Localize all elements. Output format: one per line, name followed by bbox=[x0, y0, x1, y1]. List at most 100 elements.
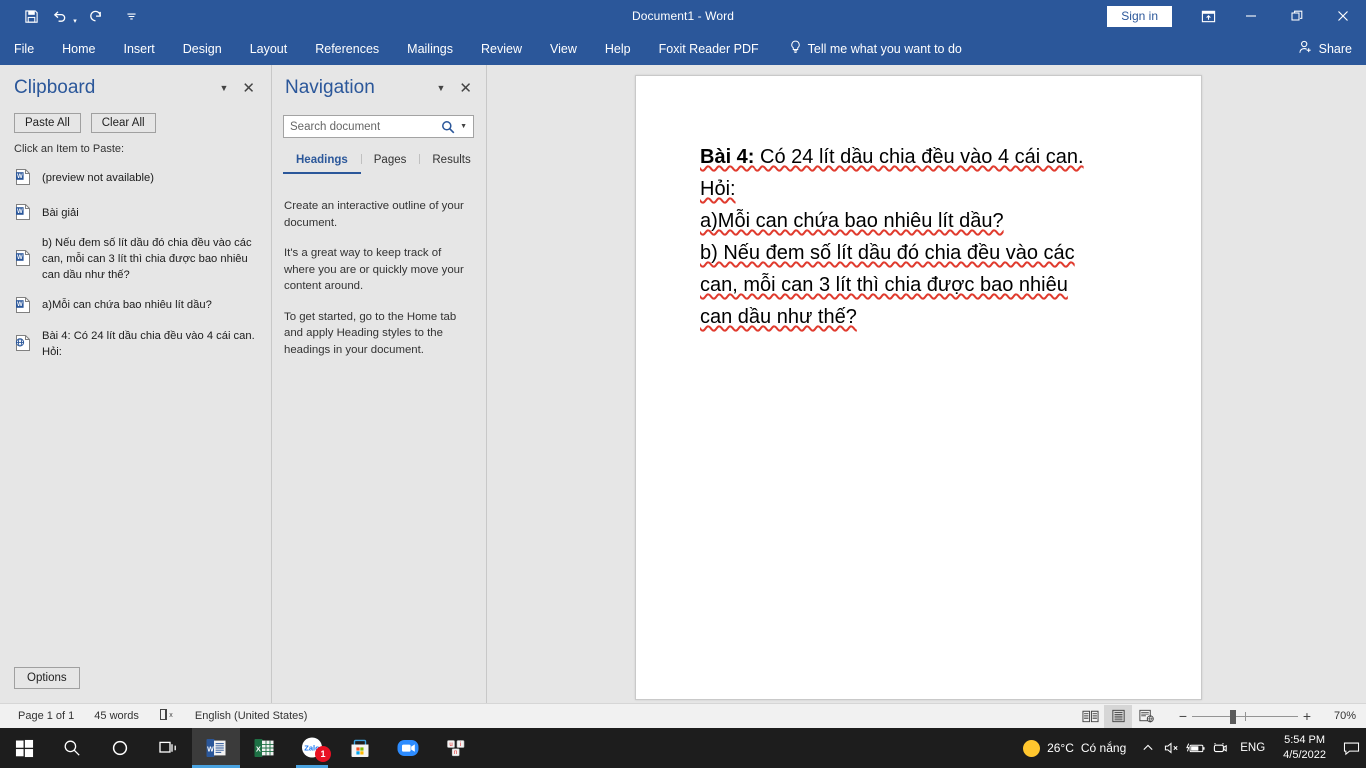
tab-review[interactable]: Review bbox=[467, 32, 536, 65]
tab-help[interactable]: Help bbox=[591, 32, 645, 65]
status-language[interactable]: English (United States) bbox=[185, 710, 318, 722]
clear-all-button[interactable]: Clear All bbox=[90, 113, 156, 133]
camera-icon[interactable] bbox=[1208, 728, 1232, 768]
restore-button[interactable] bbox=[1274, 0, 1320, 32]
microsoft-store-taskbar-button[interactable] bbox=[336, 728, 384, 768]
document-line: can dầu như thế? bbox=[700, 306, 857, 328]
workspace: Clipboard ▼ ✕ Paste All Clear All Click … bbox=[0, 65, 1366, 703]
zoom-taskbar-button[interactable] bbox=[384, 728, 432, 768]
action-center-notification-icon[interactable] bbox=[1336, 728, 1366, 768]
spell-check-icon[interactable]: x bbox=[149, 708, 185, 724]
zoom-in-button[interactable]: + bbox=[1298, 708, 1316, 724]
clipboard-item[interactable]: W (preview not available) bbox=[0, 161, 271, 196]
svg-text:i: i bbox=[460, 742, 461, 748]
status-page-number[interactable]: Page 1 of 1 bbox=[8, 710, 84, 722]
zalo-notification-badge: 1 bbox=[315, 746, 331, 762]
battery-charging-icon[interactable] bbox=[1184, 728, 1208, 768]
ribbon-tabs: File Home Insert Design Layout Reference… bbox=[0, 32, 773, 65]
start-button[interactable] bbox=[0, 728, 48, 768]
cortana-button[interactable] bbox=[96, 728, 144, 768]
navigation-search-box[interactable]: ▼ bbox=[283, 115, 474, 138]
tab-references[interactable]: References bbox=[301, 32, 393, 65]
undo-icon[interactable] bbox=[46, 4, 72, 28]
navigation-tabs: Headings Pages Results bbox=[283, 150, 486, 174]
clock-widget[interactable]: 5:54 PM 4/5/2022 bbox=[1273, 733, 1336, 763]
ribbon-display-options-icon[interactable] bbox=[1188, 0, 1228, 32]
system-tray: 26°C Có nắng ENG 5:54 PM 4/5/2022 bbox=[1017, 728, 1366, 768]
word-document-icon: W bbox=[14, 203, 32, 226]
weather-temperature: 26°C bbox=[1047, 741, 1074, 755]
minimize-button[interactable] bbox=[1228, 0, 1274, 32]
close-button[interactable] bbox=[1320, 0, 1366, 32]
document-text-body[interactable]: Bài 4: Có 24 lít dầu chia đều vào 4 cái … bbox=[636, 76, 1201, 333]
tab-layout[interactable]: Layout bbox=[236, 32, 302, 65]
search-options-chevron-down-icon[interactable]: ▼ bbox=[460, 123, 467, 130]
volume-muted-icon[interactable] bbox=[1160, 728, 1184, 768]
sign-in-button[interactable]: Sign in bbox=[1107, 5, 1172, 27]
tab-insert[interactable]: Insert bbox=[110, 32, 169, 65]
clock-date: 4/5/2022 bbox=[1283, 749, 1326, 761]
input-language-indicator[interactable]: ENG bbox=[1232, 742, 1273, 754]
share-label: Share bbox=[1318, 41, 1352, 56]
task-view-button[interactable] bbox=[144, 728, 192, 768]
tab-home[interactable]: Home bbox=[48, 32, 109, 65]
clipboard-item[interactable]: W Bài giải bbox=[0, 196, 271, 231]
lightbulb-icon bbox=[789, 40, 802, 57]
zoom-level-label[interactable]: 70% bbox=[1316, 710, 1356, 722]
show-hidden-icons-chevron-up-icon[interactable] bbox=[1136, 728, 1160, 768]
tab-design[interactable]: Design bbox=[169, 32, 236, 65]
navigation-pane-header: Navigation ▼ ✕ bbox=[273, 65, 486, 105]
weather-widget[interactable]: 26°C Có nắng bbox=[1017, 739, 1136, 757]
tab-results[interactable]: Results bbox=[419, 150, 483, 174]
document-line-text: Có 24 lít dầu chia đều vào 4 cái can. bbox=[754, 146, 1084, 168]
clipboard-item[interactable]: W a)Mỗi can chứa bao nhiêu lít dầu? bbox=[0, 289, 271, 324]
tab-pages[interactable]: Pages bbox=[360, 150, 420, 174]
clipboard-options-button[interactable]: Options bbox=[14, 667, 80, 689]
navigation-help-paragraph: It's a great way to keep track of where … bbox=[284, 247, 464, 293]
clipboard-pane-header: Clipboard ▼ ✕ bbox=[0, 65, 271, 105]
unikey-taskbar-button[interactable]: u in bbox=[432, 728, 480, 768]
word-taskbar-button[interactable]: W bbox=[192, 728, 240, 768]
customize-quick-access-toolbar-icon[interactable] bbox=[118, 4, 144, 28]
tab-file[interactable]: File bbox=[0, 32, 48, 65]
paste-all-button[interactable]: Paste All bbox=[14, 113, 81, 133]
navigation-pane-menu-icon[interactable]: ▼ bbox=[437, 83, 446, 93]
search-button[interactable] bbox=[48, 728, 96, 768]
search-input[interactable] bbox=[290, 120, 442, 133]
excel-taskbar-button[interactable]: X bbox=[240, 728, 288, 768]
clipboard-item[interactable]: W b) Nếu đem số lít dầu đó chia đều vào … bbox=[0, 231, 271, 289]
tab-view[interactable]: View bbox=[536, 32, 591, 65]
document-canvas[interactable]: Bài 4: Có 24 lít dầu chia đều vào 4 cái … bbox=[488, 65, 1366, 703]
zoom-slider-thumb[interactable] bbox=[1230, 709, 1236, 724]
svg-text:W: W bbox=[17, 302, 23, 308]
clipboard-pane-close-icon[interactable]: ✕ bbox=[242, 81, 255, 96]
read-mode-view-button[interactable] bbox=[1076, 705, 1104, 728]
clipboard-pane-title: Clipboard bbox=[14, 77, 96, 98]
tab-foxit-reader-pdf[interactable]: Foxit Reader PDF bbox=[645, 32, 773, 65]
clipboard-item-text: b) Nếu đem số lít dầu đó chia đều vào cá… bbox=[42, 237, 252, 281]
clock-time: 5:54 PM bbox=[1284, 734, 1326, 747]
zoom-slider[interactable] bbox=[1192, 705, 1298, 728]
zoom-out-button[interactable]: − bbox=[1174, 708, 1192, 724]
status-bar: Page 1 of 1 45 words x English (United S… bbox=[0, 703, 1366, 728]
word-document-icon: W bbox=[14, 296, 32, 319]
web-layout-view-button[interactable] bbox=[1132, 705, 1160, 728]
status-word-count[interactable]: 45 words bbox=[84, 710, 149, 722]
print-layout-view-button[interactable] bbox=[1104, 704, 1132, 728]
tab-mailings[interactable]: Mailings bbox=[393, 32, 467, 65]
redo-icon[interactable] bbox=[82, 4, 108, 28]
clipboard-item[interactable]: Bài 4: Có 24 lít dầu chia đều vào 4 cái … bbox=[0, 324, 271, 366]
save-icon[interactable] bbox=[18, 4, 44, 28]
share-button[interactable]: Share bbox=[1298, 40, 1352, 57]
undo-dropdown-icon[interactable]: ▾ bbox=[70, 4, 80, 28]
navigation-empty-state: Create an interactive outline of your do… bbox=[273, 174, 486, 358]
navigation-help-paragraph: To get started, go to the Home tab and a… bbox=[284, 310, 457, 356]
tab-headings[interactable]: Headings bbox=[283, 150, 361, 174]
search-icon[interactable] bbox=[441, 120, 455, 134]
document-page[interactable]: Bài 4: Có 24 lít dầu chia đều vào 4 cái … bbox=[635, 75, 1202, 700]
document-line: a)Mỗi can chứa bao nhiêu lít dầu? bbox=[700, 210, 1004, 232]
tell-me-search[interactable]: Tell me what you want to do bbox=[789, 40, 962, 57]
navigation-pane-close-icon[interactable]: ✕ bbox=[459, 81, 472, 96]
zalo-taskbar-button[interactable]: Zalo 1 bbox=[288, 728, 336, 768]
clipboard-pane-menu-icon[interactable]: ▼ bbox=[220, 83, 229, 93]
